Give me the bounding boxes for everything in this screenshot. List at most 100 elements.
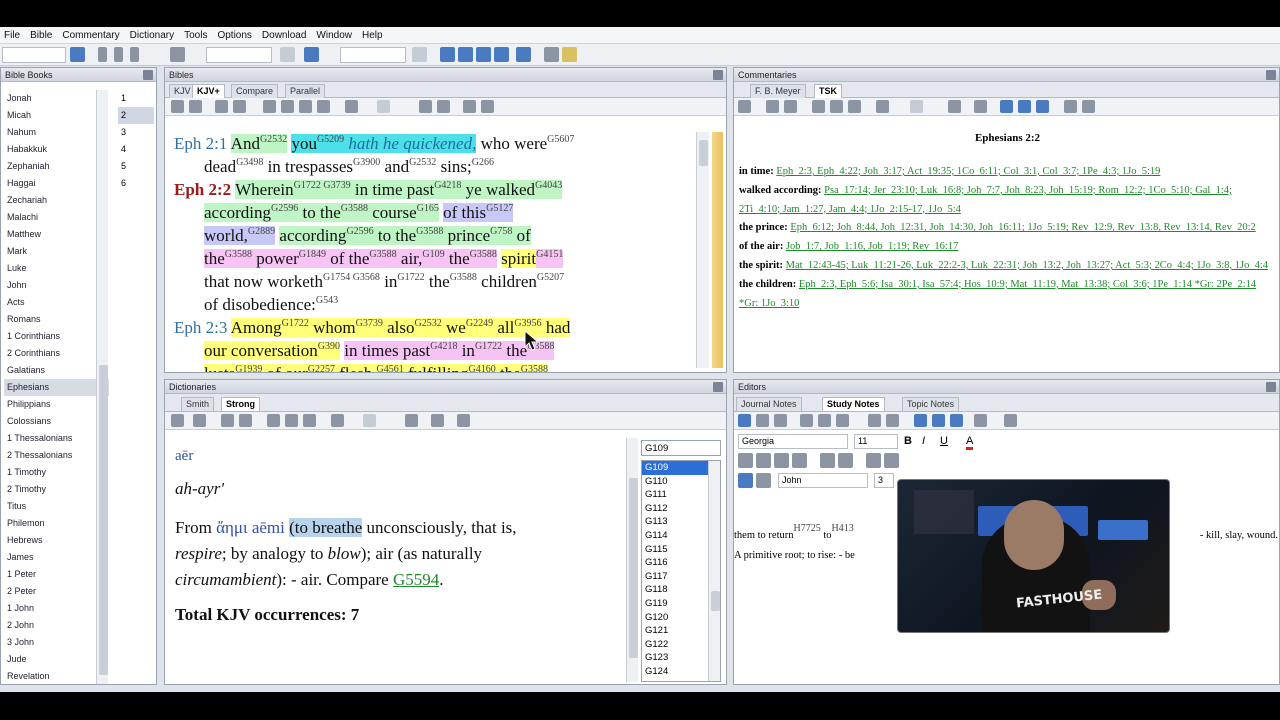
print-icon[interactable]	[812, 100, 825, 113]
undo-icon[interactable]	[868, 414, 881, 427]
menu-file[interactable]: File	[0, 27, 26, 41]
book-item[interactable]: Micah	[4, 107, 109, 124]
edit-icon[interactable]	[738, 100, 751, 113]
align-right-icon[interactable]	[774, 453, 789, 468]
copy-icon[interactable]	[171, 100, 184, 113]
outdent-icon[interactable]	[884, 453, 899, 468]
forward-icon[interactable]	[481, 100, 494, 113]
layout3-icon[interactable]	[476, 47, 491, 62]
print-icon[interactable]	[267, 414, 280, 427]
clipboard-icon[interactable]	[830, 100, 843, 113]
book-item[interactable]: Matthew	[4, 226, 109, 243]
binoculars-icon[interactable]	[766, 100, 779, 113]
book-item[interactable]: Jonah	[4, 90, 109, 107]
view2-icon[interactable]	[1018, 100, 1031, 113]
font-color-button[interactable]: A	[966, 435, 974, 450]
list-icon[interactable]	[437, 100, 450, 113]
dropdown-icon[interactable]	[114, 47, 123, 62]
book-item[interactable]: Philippians	[4, 396, 109, 413]
style-select[interactable]: John	[778, 473, 868, 488]
layout2-icon[interactable]	[458, 47, 473, 62]
entry-refs[interactable]: Job_1:7, Job_1:16, Job_1:19; Rev_16:17	[786, 241, 958, 252]
format-icon[interactable]	[910, 100, 923, 113]
save-note-icon[interactable]	[738, 473, 753, 488]
copy-icon[interactable]	[818, 414, 831, 427]
paste-icon[interactable]	[303, 414, 316, 427]
book-item[interactable]: 3 John	[4, 634, 109, 651]
close-icon[interactable]	[713, 382, 723, 392]
strong-link[interactable]: G5594	[393, 570, 439, 589]
number-field[interactable]: 3	[874, 473, 894, 488]
book-item[interactable]: 2 John	[4, 617, 109, 634]
new-icon[interactable]	[738, 414, 751, 427]
book-item[interactable]: Revelation	[4, 668, 109, 685]
table-icon[interactable]	[932, 414, 945, 427]
bookmark-icon[interactable]	[233, 100, 246, 113]
book-item[interactable]: 1 Thessalonians	[4, 430, 109, 447]
close-icon[interactable]	[143, 70, 153, 80]
highlighter-icon[interactable]	[331, 414, 344, 427]
numbering-icon[interactable]	[838, 453, 853, 468]
menu-help[interactable]: Help	[358, 27, 389, 41]
format-icon[interactable]	[363, 414, 376, 427]
entry-refs[interactable]: Eph_2:3, Eph_4:22; Joh_3:17; Act_19:35; …	[776, 166, 1160, 177]
book-item[interactable]: Colossians	[4, 413, 109, 430]
highlighter-icon[interactable]	[345, 100, 358, 113]
book-item[interactable]: 1 John	[4, 600, 109, 617]
italic-button[interactable]: I	[922, 435, 925, 447]
bold-button[interactable]: B	[904, 435, 912, 447]
align-center-icon[interactable]	[756, 453, 771, 468]
export-icon[interactable]	[317, 100, 330, 113]
font-size-select[interactable]: 11	[854, 434, 898, 449]
entry-refs[interactable]: Mat_12:43-45; Luk_11:21-26, Luk_22:2-3, …	[786, 260, 1268, 271]
bookmark-strip[interactable]	[712, 132, 723, 368]
font-select[interactable]: Georgia	[738, 434, 848, 449]
verse-ref[interactable]: Eph 2:3	[174, 318, 227, 337]
chapter-item[interactable]: 6	[118, 175, 154, 192]
back-icon[interactable]	[1064, 100, 1077, 113]
book-item[interactable]: Nahum	[4, 124, 109, 141]
highlighter-icon[interactable]	[876, 100, 889, 113]
menu-download[interactable]: Download	[258, 27, 312, 41]
indent-icon[interactable]	[866, 453, 881, 468]
book-item[interactable]: Galatians	[4, 362, 109, 379]
book-item-selected[interactable]: Ephesians	[4, 379, 109, 396]
book-item[interactable]: 1 Peter	[4, 566, 109, 583]
image-icon[interactable]	[950, 414, 963, 427]
view-icon[interactable]	[431, 414, 444, 427]
book-item[interactable]: 1 Timothy	[4, 464, 109, 481]
tab-topic-notes[interactable]: Topic Notes	[902, 397, 960, 411]
highlight-icon[interactable]	[280, 47, 295, 62]
book-item[interactable]: 2 Corinthians	[4, 345, 109, 362]
print-icon[interactable]	[544, 47, 559, 62]
greek-root[interactable]: ἄημι aēmi	[216, 518, 285, 537]
book-item[interactable]: Acts	[4, 294, 109, 311]
book-item[interactable]: Zechariah	[4, 192, 109, 209]
redo-icon[interactable]	[886, 414, 899, 427]
chapter-item-selected[interactable]: 2	[118, 107, 154, 124]
underline-button[interactable]: U	[940, 435, 948, 447]
book-item[interactable]: 2 Timothy	[4, 481, 109, 498]
tab-compare[interactable]: Compare	[231, 84, 279, 98]
back-icon[interactable]	[98, 47, 107, 62]
tab-study-notes[interactable]: Study Notes	[822, 397, 885, 411]
view3-icon[interactable]	[1036, 100, 1049, 113]
paste-icon[interactable]	[848, 100, 861, 113]
cut-icon[interactable]	[800, 414, 813, 427]
forward-icon[interactable]	[130, 47, 139, 62]
binoculars-icon[interactable]	[215, 100, 228, 113]
back-icon[interactable]	[463, 100, 476, 113]
tab-kjv-plus[interactable]: KJV+	[192, 84, 225, 98]
entry-refs[interactable]: Eph_6:12; Joh_8:44, Joh_12:31, Joh_14:30…	[790, 222, 1255, 233]
dictionary-scrollbar[interactable]	[626, 438, 638, 682]
bullets-icon[interactable]	[820, 453, 835, 468]
tab-strong[interactable]: Strong	[221, 397, 260, 411]
search-combo[interactable]	[206, 47, 272, 63]
entry-refs[interactable]: Eph_2:3, Eph_5:6; Isa_30:1, Isa_57:4; Ho…	[739, 279, 1256, 309]
book-item[interactable]: Romans	[4, 311, 109, 328]
binoculars-icon[interactable]	[170, 47, 185, 62]
version-combo[interactable]	[340, 47, 406, 63]
zoom-icon[interactable]	[948, 100, 961, 113]
tab-tsk[interactable]: TSK	[814, 84, 842, 98]
book-item[interactable]: Titus	[4, 498, 109, 515]
